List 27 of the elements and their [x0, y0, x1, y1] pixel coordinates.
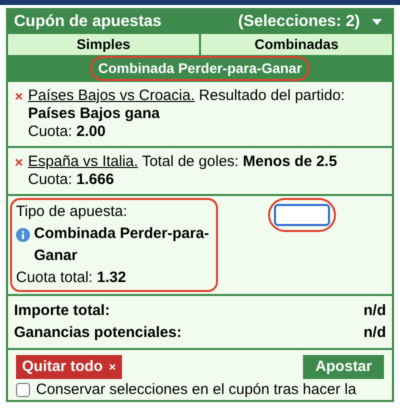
place-bet-button[interactable]: Apostar: [303, 355, 384, 379]
bet-mode-title: Combinada Perder-para-Ganar: [90, 56, 310, 81]
checkbox-label: Conservar selecciones en el cupón tras hacer la: [36, 382, 356, 398]
remove-button[interactable]: ×: [14, 87, 24, 105]
tab[interactable]: Combinadas: [201, 34, 392, 55]
panel-title: Cupón de apuestas: [14, 12, 162, 32]
tab[interactable]: Simples: [8, 34, 199, 55]
selection-count: (Selecciones: 2): [238, 12, 360, 32]
total-value: n/d: [364, 323, 386, 343]
total-value: n/d: [364, 301, 386, 321]
total-label: Importe total:: [14, 301, 110, 321]
remove-all-button[interactable]: Quitar todo ×: [16, 355, 122, 379]
caret-icon[interactable]: [372, 19, 382, 25]
event-link[interactable]: Países Bajos vs Croacia.: [28, 87, 195, 104]
event-link[interactable]: España vs Italia.: [28, 153, 138, 170]
total-label: Ganancias potenciales:: [14, 323, 182, 343]
checkbox[interactable]: [16, 383, 30, 397]
bet-type-name: Combinada Perder-para-Ganar: [34, 224, 210, 266]
odds-text: Cuota: 1.666: [28, 171, 115, 189]
bet-type-label: Tipo de apuesta:: [16, 202, 128, 222]
odds-text: Cuota: 2.00: [28, 123, 107, 141]
info-icon[interactable]: [16, 228, 30, 242]
selection-text: España vs Italia. Total de goles: Menos de 2.5: [28, 153, 338, 170]
remove-button[interactable]: ×: [14, 153, 24, 171]
selection-text: Países Bajos vs Croacia. Resultado del partido: Países Bajos gana: [28, 87, 345, 122]
total-odds: Cuota total: 1.32: [16, 268, 128, 288]
stake-field[interactable]: [274, 204, 330, 226]
